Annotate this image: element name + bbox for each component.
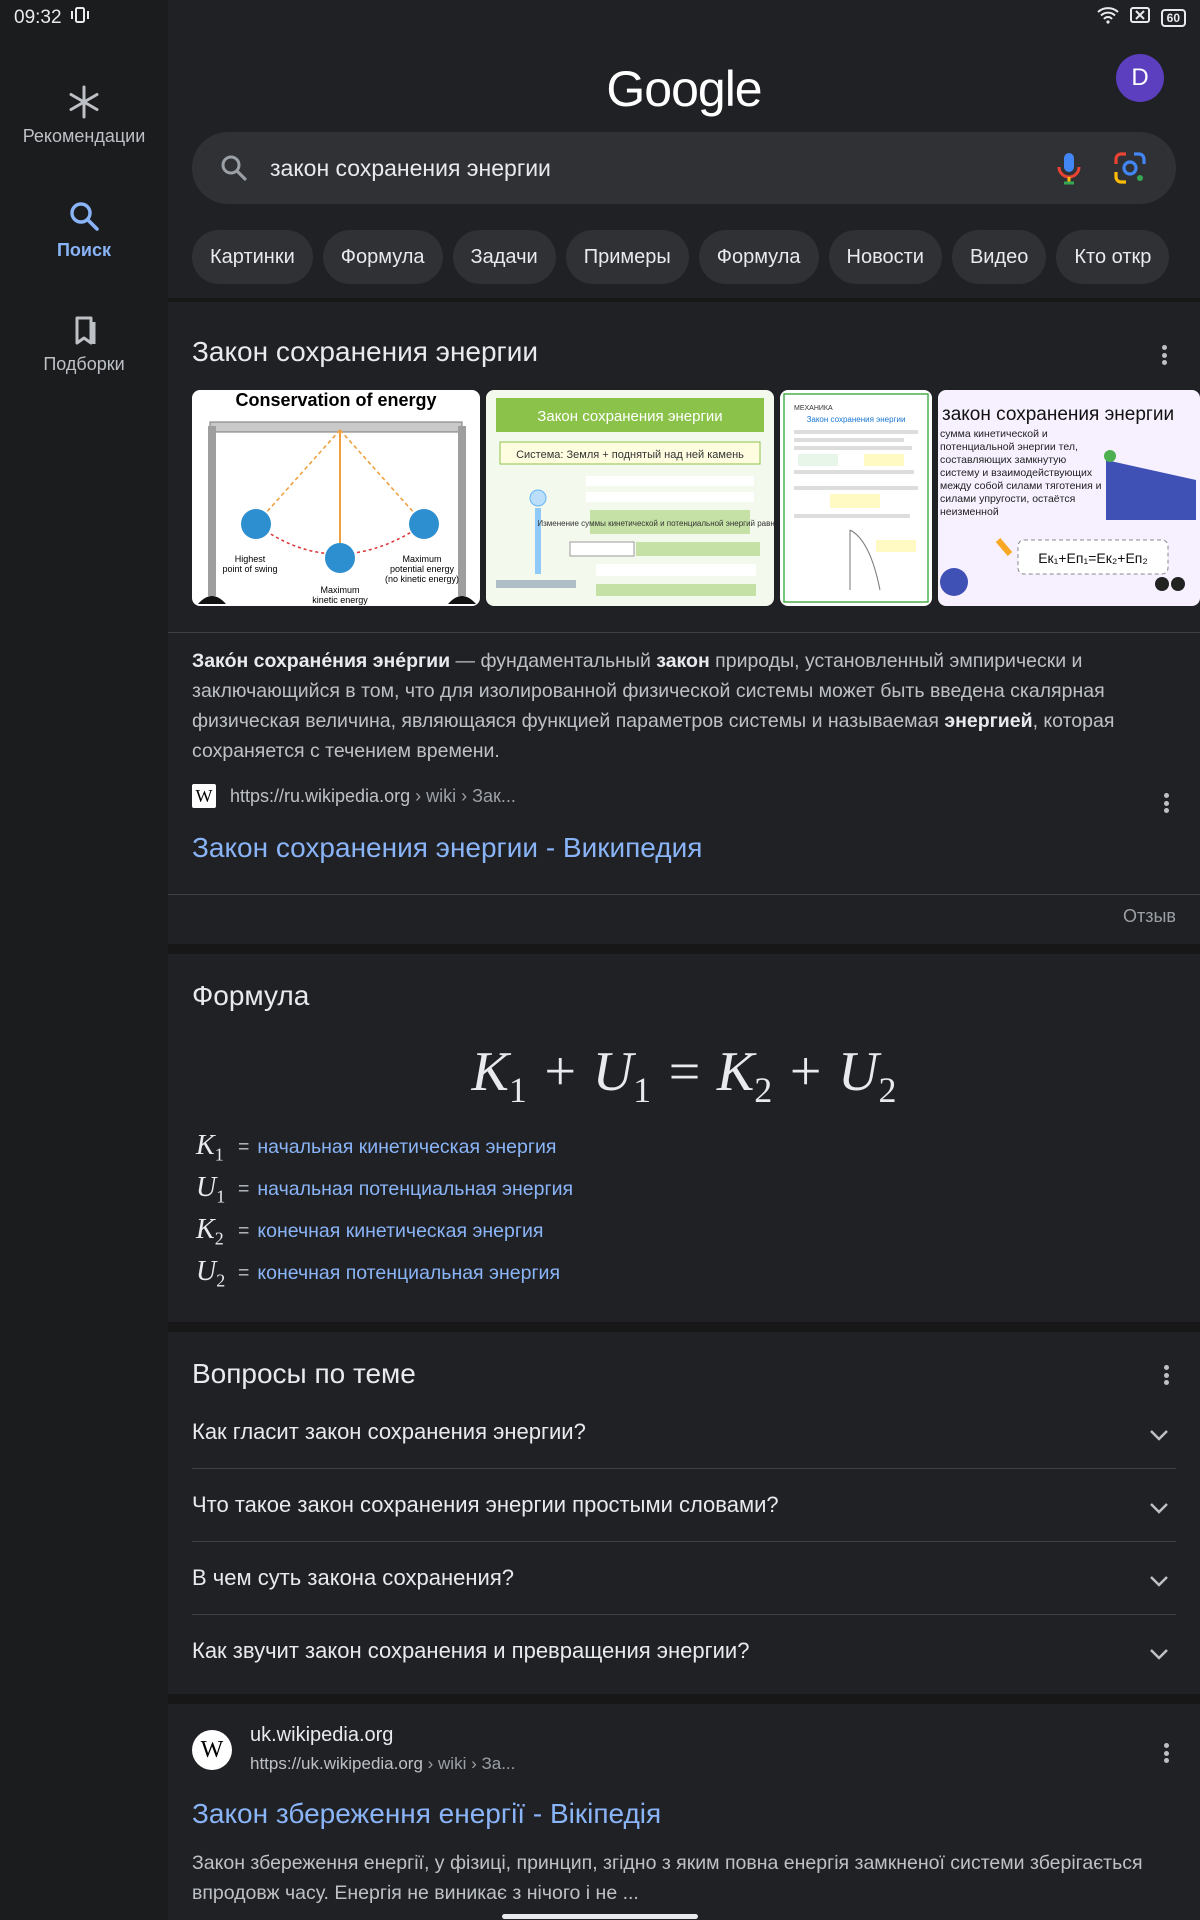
knowledge-panel-title: Закон сохранения энергии <box>192 336 539 367</box>
variable-definition-link[interactable]: конечная кинетическая энергия <box>257 1220 543 1243</box>
microphone-icon[interactable] <box>1054 150 1084 191</box>
svg-text:МЕХАНИКА: МЕХАНИКА <box>794 405 833 412</box>
image-mechanics-sheet[interactable]: МЕХАНИКА Закон сохранения энергии <box>780 390 932 606</box>
formula-variable: K1 = начальная кинетическая энергия <box>196 1130 557 1165</box>
question-item[interactable]: Как гласит закон сохранения энергии? <box>192 1396 1176 1468</box>
asterisk-icon <box>0 84 168 120</box>
rail-item-search[interactable]: Поиск <box>0 198 168 261</box>
google-logo: Google <box>606 61 762 117</box>
search-bar[interactable]: закон сохранения энергии <box>192 132 1176 204</box>
wifi-icon <box>1096 6 1119 30</box>
question-item[interactable]: Как звучит закон сохранения и превращени… <box>192 1615 1176 1687</box>
image-conservation-card[interactable]: закон сохранения энергии сумма кинетичес… <box>938 390 1200 606</box>
feedback-link[interactable]: Отзыв <box>1123 906 1176 927</box>
filter-chips: Картинки Формула Задачи Примеры Формула … <box>192 230 1200 284</box>
result-link-uk-wikipedia[interactable]: Закон збереження енергії - Вікіпедія <box>192 1798 661 1830</box>
search-input[interactable]: закон сохранения энергии <box>270 155 551 182</box>
svg-text:(no kinetic energy): (no kinetic energy) <box>385 574 459 584</box>
svg-text:Maximum: Maximum <box>402 554 441 564</box>
result-link-wikipedia[interactable]: Закон сохранения энергии - Википедия <box>192 832 702 864</box>
source-row[interactable]: W https://ru.wikipedia.org › wiki › Зак.… <box>192 784 516 808</box>
more-options-icon[interactable] <box>1154 1738 1178 1768</box>
svg-text:Закон сохранения энергии: Закон сохранения энергии <box>537 408 722 425</box>
variable-definition-link[interactable]: начальная потенциальная энергия <box>257 1178 573 1201</box>
rail-item-collections[interactable]: Подборки <box>0 312 168 375</box>
rail-item-label: Поиск <box>56 240 112 260</box>
search-icon <box>218 152 250 189</box>
status-bar: 09:32 60 <box>0 0 1200 36</box>
chevron-down-icon <box>1148 1641 1170 1667</box>
svg-text:закон сохранения энергии: закон сохранения энергии <box>942 404 1174 425</box>
chip-news[interactable]: Новости <box>828 230 942 284</box>
divider <box>168 1322 1200 1332</box>
chip-formula-2[interactable]: Формула <box>698 230 819 284</box>
image-earth-stone[interactable]: Закон сохранения энергии Система: Земля … <box>486 390 774 606</box>
formula-title: Формула <box>192 980 310 1011</box>
divider <box>168 944 1200 954</box>
google-lens-icon[interactable] <box>1112 150 1148 191</box>
more-options-icon[interactable] <box>1152 340 1176 370</box>
status-time: 09:32 <box>14 7 62 28</box>
chevron-down-icon <box>1148 1495 1170 1521</box>
sim-disabled-icon <box>1129 6 1151 30</box>
vibrate-icon <box>70 6 90 30</box>
svg-text:Закон сохранения энергии: Закон сохранения энергии <box>807 415 906 424</box>
image-pendulum[interactable]: Conservation of energy Highest point of … <box>192 390 480 606</box>
svg-text:Изменение суммы кинетической и: Изменение суммы кинетической и потенциал… <box>537 519 774 528</box>
svg-text:Maximum: Maximum <box>320 585 359 595</box>
source-url: https://ru.wikipedia.org › wiki › Зак... <box>230 785 516 806</box>
rail-item-label: Подборки <box>43 354 125 374</box>
divider <box>168 632 1200 633</box>
divider <box>168 1694 1200 1704</box>
rail-item-recommendations[interactable]: Рекомендации <box>0 84 168 147</box>
chevron-down-icon <box>1148 1422 1170 1448</box>
result-site-name: uk.wikipedia.org <box>250 1724 394 1746</box>
divider <box>168 298 1200 302</box>
image-carousel: Conservation of energy Highest point of … <box>192 390 1200 606</box>
variable-definition-link[interactable]: конечная потенциальная энергия <box>257 1262 560 1285</box>
search-icon <box>0 198 168 234</box>
divider <box>168 894 1200 895</box>
image-title-text: Conservation of energy <box>235 390 436 410</box>
svg-text:point of swing: point of swing <box>222 564 277 574</box>
svg-text:potential energy: potential energy <box>390 564 455 574</box>
chip-video[interactable]: Видео <box>951 230 1047 284</box>
bookmarks-icon <box>0 312 168 348</box>
battery-indicator: 60 <box>1160 9 1186 27</box>
question-item[interactable]: Что такое закон сохранения энергии прост… <box>192 1469 1176 1541</box>
result-snippet: Закон збереження енергії, у фізиці, прин… <box>192 1852 1143 1904</box>
wikipedia-icon: W <box>192 1730 232 1770</box>
svg-text:Eк₁+Eп₁=Eк₂+Eп₂: Eк₁+Eп₁=Eк₂+Eп₂ <box>1038 550 1148 566</box>
chip-formula[interactable]: Формула <box>322 230 443 284</box>
formula-variable: U1 = начальная потенциальная энергия <box>196 1172 574 1207</box>
svg-text:kinetic energy: kinetic energy <box>312 595 368 605</box>
chip-images[interactable]: Картинки <box>192 230 313 284</box>
wikipedia-icon: W <box>192 784 216 808</box>
avatar[interactable]: D <box>1116 54 1164 102</box>
knowledge-description: Зако́н сохране́ния эне́ргии — фундамента… <box>192 650 1115 762</box>
home-indicator[interactable] <box>502 1914 698 1919</box>
variable-definition-link[interactable]: начальная кинетическая энергия <box>257 1136 556 1159</box>
formula-variable: K2 = конечная кинетическая энергия <box>196 1214 544 1249</box>
chip-tasks[interactable]: Задачи <box>452 230 556 284</box>
chevron-down-icon <box>1148 1568 1170 1594</box>
rail-item-label: Рекомендации <box>22 126 146 146</box>
more-options-icon[interactable] <box>1154 788 1178 818</box>
result-url: https://uk.wikipedia.org › wiki › За... <box>250 1754 516 1773</box>
results-column: Google D закон сохранения энергии Картин… <box>168 0 1200 1920</box>
chip-examples[interactable]: Примеры <box>565 230 689 284</box>
related-questions-title: Вопросы по теме <box>192 1358 416 1389</box>
svg-text:Система: Земля + поднятый над: Система: Земля + поднятый над ней камень <box>516 449 744 461</box>
chip-who-discovered[interactable]: Кто откр <box>1056 230 1170 284</box>
navigation-rail: Рекомендации Поиск Подборки <box>0 0 168 1920</box>
formula-variable: U2 = конечная потенциальная энергия <box>196 1256 561 1291</box>
svg-text:Highest: Highest <box>235 554 266 564</box>
more-options-icon[interactable] <box>1154 1360 1178 1390</box>
formula-equation: K1 + U1 = K2 + U2 <box>471 1041 897 1111</box>
question-item[interactable]: В чем суть закона сохранения? <box>192 1542 1176 1614</box>
